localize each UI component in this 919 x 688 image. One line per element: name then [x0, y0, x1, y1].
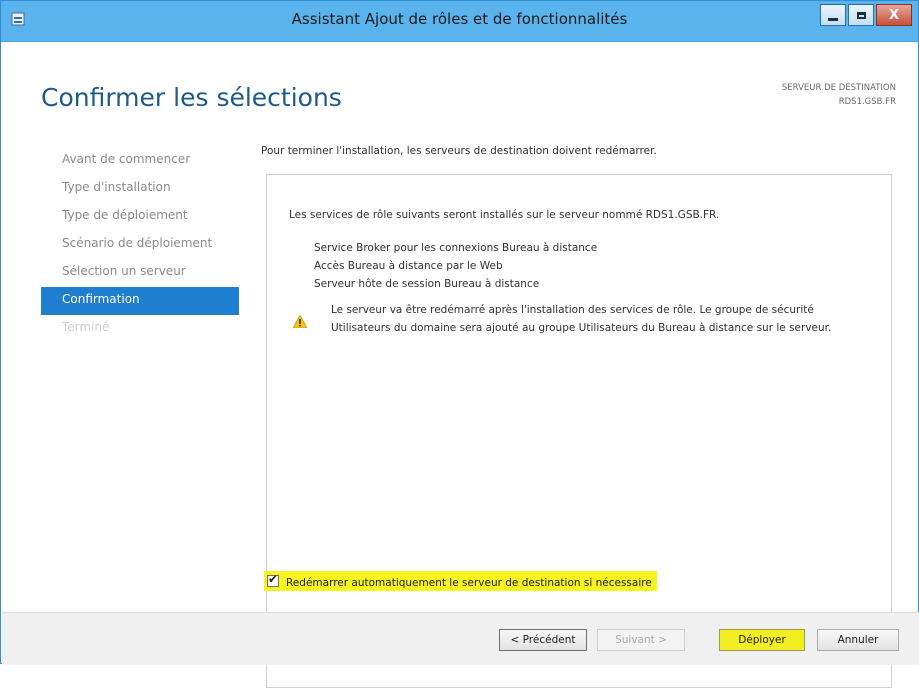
window-title: Assistant Ajout de rôles et de fonctionn… — [291, 10, 628, 28]
title-bar[interactable]: Assistant Ajout de rôles et de fonctionn… — [1, 1, 918, 42]
close-icon: X — [888, 7, 900, 23]
role-item: Serveur hôte de session Bureau à distanc… — [314, 278, 540, 290]
destination-server-name: RDS1.GSB.FR — [838, 97, 896, 107]
step-scenario-deploiement[interactable]: Scénario de déploiement — [41, 231, 239, 259]
step-avant-de-commencer[interactable]: Avant de commencer — [41, 147, 239, 175]
page-title: Confirmer les sélections — [41, 83, 342, 112]
step-type-deploiement[interactable]: Type de déploiement — [41, 203, 239, 231]
auto-restart-option[interactable]: ✔ Redémarrer automatiquement le serveur … — [264, 571, 657, 591]
role-services-list: Service Broker pour les connexions Burea… — [314, 239, 597, 293]
role-item: Accès Bureau à distance par le Web — [314, 260, 503, 272]
close-button[interactable]: X — [876, 4, 912, 26]
deploy-button[interactable]: Déployer — [719, 629, 805, 651]
summary-heading: Les services de rôle suivants seront ins… — [289, 209, 720, 221]
auto-restart-label[interactable]: Redémarrer automatiquement le serveur de… — [286, 573, 652, 593]
wizard-steps-nav: Avant de commencer Type d'installation T… — [41, 147, 239, 343]
installation-summary-box: Les services de rôle suivants seront ins… — [266, 174, 892, 688]
maximize-button[interactable] — [848, 4, 874, 26]
step-selection-serveur[interactable]: Sélection un serveur — [41, 259, 239, 287]
warning-line: Le serveur va être redémarré après l'ins… — [331, 304, 814, 316]
step-confirmation[interactable]: Confirmation — [41, 287, 239, 315]
previous-button[interactable]: < Précédent — [499, 629, 587, 651]
step-type-installation[interactable]: Type d'installation — [41, 175, 239, 203]
minimize-icon — [828, 17, 838, 21]
destination-server-info: SERVEUR DE DESTINATION RDS1.GSB.FR — [782, 81, 896, 109]
maximize-icon — [856, 11, 866, 19]
warning-icon — [293, 315, 307, 328]
destination-label: SERVEUR DE DESTINATION — [781, 83, 896, 93]
cancel-button[interactable]: Annuler — [817, 629, 899, 651]
warning-line: Utilisateurs du domaine sera ajouté au g… — [331, 322, 832, 334]
role-item: Service Broker pour les connexions Burea… — [314, 242, 598, 254]
wizard-footer: < Précédent Suivant > Déployer Annuler — [2, 612, 919, 665]
warning-text: Le serveur va être redémarré après l'ins… — [331, 301, 891, 337]
restart-notice: Pour terminer l'installation, les serveu… — [261, 145, 657, 157]
step-termine: Terminé — [62, 320, 110, 334]
auto-restart-checkbox[interactable]: ✔ — [267, 572, 279, 587]
checkmark-icon: ✔ — [268, 572, 279, 586]
next-button: Suivant > — [597, 629, 685, 651]
minimize-button[interactable] — [820, 4, 846, 26]
wizard-window: Assistant Ajout de rôles et de fonctionn… — [0, 0, 919, 688]
